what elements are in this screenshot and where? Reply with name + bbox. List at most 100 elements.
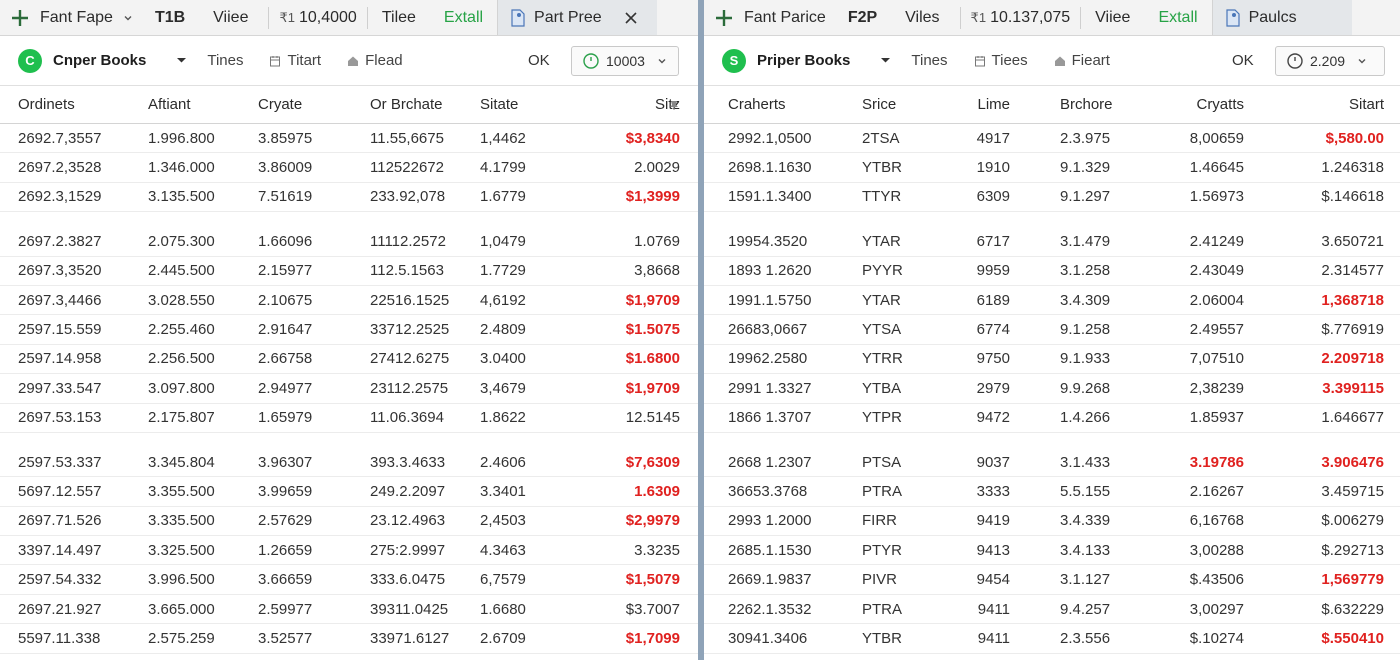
- column-header[interactable]: Lime: [960, 96, 1010, 113]
- view-button[interactable]: Viiee: [213, 0, 248, 35]
- table-row[interactable]: 2697.3,3520 2.445.500 2.15977 112.5.1563 1.7…: [0, 257, 698, 286]
- table-row[interactable]: 2669.1.9837 PIVR 9454 3.1.127 $.43506 1,56977…: [704, 565, 1400, 595]
- table-row[interactable]: 2697.2,3528 1.346.000 3.86009 11252267​2 4.1…: [0, 153, 698, 183]
- table-cell: YTBR: [862, 159, 903, 177]
- table-row[interactable]: 2997.33.547 3.097.800 2.94977 23112.2575 3,4…: [0, 374, 698, 404]
- column-header[interactable]: Sitart: [1264, 96, 1384, 113]
- tile-button[interactable]: Tilee: [382, 0, 416, 35]
- table-row[interactable]: 1866 1.3707 YTPR 9472 1.4.266 1.85937 1.64667…: [704, 404, 1400, 433]
- column-header[interactable]: Cryatts: [1144, 96, 1244, 113]
- table-row[interactable]: 5697.12.557 3.355.500 3.99659 249.2.2097 3.3…: [0, 477, 698, 507]
- table-cell: 3.135.500: [148, 188, 215, 206]
- table-cell: 2997.33.547: [18, 379, 102, 397]
- table-cell: 9411: [977, 629, 1010, 647]
- value-stepper[interactable]: 2.209: [1275, 45, 1385, 76]
- tab-font[interactable]: Fant Fape: [40, 0, 133, 35]
- table-row[interactable]: 30941.3406 YTBR 9411 2.3.556 $.10274 $.550410: [704, 624, 1400, 654]
- table-row[interactable]: 26683,0667 YTSA 6774 9.1.258 2.49557 $.776919: [704, 315, 1400, 345]
- value-stepper[interactable]: 10003: [571, 45, 679, 76]
- tab-active-label: Part Pree: [534, 8, 602, 26]
- column-header[interactable]: Sitz: [560, 96, 680, 113]
- table-header: Craherts Srice Lime Brchore Cryatts Sitart: [704, 86, 1400, 124]
- column-header[interactable]: Srice: [862, 96, 932, 113]
- link-times[interactable]: Tines: [207, 52, 243, 69]
- tab-code[interactable]: F2P: [848, 0, 877, 35]
- column-header[interactable]: Craherts: [728, 96, 848, 113]
- table-row[interactable]: 2697.21.927 3.665.000 2.59977 39311.0425 1.6…: [0, 595, 698, 625]
- table-cell: 1.6309: [634, 482, 680, 500]
- brand-name[interactable]: Cnper Books: [53, 52, 146, 69]
- tab-active[interactable]: Part Pree: [497, 0, 658, 35]
- column-header[interactable]: Cryate: [258, 96, 348, 113]
- tab-code[interactable]: T1B: [155, 0, 185, 35]
- toolbar-divider: [1080, 6, 1082, 29]
- table-row[interactable]: 2697.53.153 2.175.807 1.65979 11.06.3694 1.8…: [0, 404, 698, 433]
- link-flead[interactable]: Flead: [347, 52, 403, 69]
- link-fieart[interactable]: Fieart: [1054, 52, 1110, 69]
- link-titart[interactable]: Titart: [269, 52, 321, 69]
- table-row[interactable]: 2597.54.332 3.996.500 3.66659 333.6.0475 6,7…: [0, 565, 698, 595]
- table-row[interactable]: 2698.1.1630 YTBR 1910 9.1.329 1.46645 1.24631…: [704, 153, 1400, 183]
- table-cell: 27412.6275: [370, 350, 450, 368]
- chevron-down-icon[interactable]: [176, 55, 187, 66]
- column-header[interactable]: Aftiant: [148, 96, 248, 113]
- column-header[interactable]: Ordinets: [18, 96, 138, 113]
- table-cell: 249.2.2097: [370, 482, 446, 500]
- table-row[interactable]: 2597.15.559 2.255.460 2.91647 33712.2525 2.4…: [0, 315, 698, 345]
- table-cell: $1,9709: [625, 291, 680, 309]
- table-row[interactable]: 2597.14.958 2.256.500 2.66758 27412.6275 3.0…: [0, 345, 698, 375]
- table-cell: 2669.1.9837: [728, 571, 812, 589]
- add-button[interactable]: [0, 0, 40, 35]
- table-row[interactable]: 1893 1.2620 PYYR 9959 3.1.258 2.43049 2.31457…: [704, 257, 1400, 286]
- pin-icon[interactable]: [668, 99, 680, 111]
- column-header[interactable]: Brchore: [1060, 96, 1140, 113]
- table-cell: 3.097.800: [148, 379, 215, 397]
- table-cell: 2.49557: [1189, 321, 1244, 339]
- toolbar: Fant Parice F2P Viles ₹1 10.137,075 Viie…: [704, 0, 1400, 36]
- table-row[interactable]: 2697.3,4466 3.028.550 2.10675 22516.1525 4,6…: [0, 286, 698, 316]
- table-row[interactable]: 2262.1.3532 PTRA 9411 9.4.257 3,00297 $.63222…: [704, 595, 1400, 625]
- table-row[interactable]: 1991.1.5750 YTAR 6189 3.4.309 2.06004 1,36871…: [704, 286, 1400, 316]
- link-tiees[interactable]: Tiees: [974, 52, 1028, 69]
- table-cell: 2979: [976, 379, 1010, 397]
- table-row[interactable]: 2697.2.3827 2.075.300 1.66096 11112.2572 1,0…: [0, 227, 698, 257]
- close-icon[interactable]: [624, 11, 638, 25]
- extall-button[interactable]: Extall: [1158, 0, 1197, 35]
- document-icon: [1225, 8, 1240, 27]
- table-row[interactable]: 5597.11.338 2.575.259 3.52577 33971.6127 2.6…: [0, 624, 698, 654]
- table-row[interactable]: 2692.7,3557 1.996.800 3.85975 11.55,6675 1,4…: [0, 124, 698, 154]
- tab-active[interactable]: Paulcs: [1211, 0, 1352, 35]
- table-cell: 3.906476: [1321, 453, 1384, 471]
- table-row[interactable]: 2685.1.1530 PTYR 9413 3.4.133 3,00288 $.29271…: [704, 536, 1400, 566]
- table-row[interactable]: 2991 1.3327 YTBA 2979 9.9.268 2,38239 3.39911…: [704, 374, 1400, 404]
- table-cell: 2.175.807: [148, 409, 215, 427]
- table-row[interactable]: 1591.1.3400 TTYR 6309 9.1.297 1.56973 $.14661…: [704, 183, 1400, 213]
- chevron-down-icon[interactable]: [880, 55, 891, 66]
- table-cell: 1.66096: [258, 232, 313, 250]
- ok-button[interactable]: OK: [1232, 52, 1254, 69]
- table-cell: YTRR: [862, 350, 903, 368]
- table-row[interactable]: 2668 1.2307 PTSA 9037 3.1.433 3.19786 3.90647…: [704, 448, 1400, 478]
- column-header[interactable]: Or Brchate: [370, 96, 490, 113]
- column-header[interactable]: Sitate: [480, 96, 560, 113]
- table-cell: 6774: [976, 321, 1010, 339]
- table-row[interactable]: 2692.3,1529 3.135.500 7.51619 233.92,078 1.6…: [0, 183, 698, 213]
- tab-font[interactable]: Fant Parice: [744, 0, 826, 35]
- table-row[interactable]: 2992.1,0500 2TSA 4917 2.3.975 8,00659 $,580.0…: [704, 124, 1400, 154]
- add-button[interactable]: [704, 0, 744, 35]
- link-times[interactable]: Tines: [911, 52, 947, 69]
- table-row[interactable]: 2993 1.2000 FIRR 9419 3.4.339 6,16768 $.00627…: [704, 507, 1400, 537]
- table-row[interactable]: 2597.53.337 3.345.804 3.96307 393.3.4633 2.4…: [0, 448, 698, 478]
- brand-name[interactable]: Priper Books: [757, 52, 850, 69]
- view-button[interactable]: Viles: [905, 0, 939, 35]
- extall-button[interactable]: Extall: [444, 0, 483, 35]
- table-row[interactable]: 19962.2580 YTRR 9750 9.1.933 7,07510 2.209718: [704, 345, 1400, 375]
- table-cell: 1.85937: [1189, 409, 1244, 427]
- table-row[interactable]: 2697.71.526 3.335.500 2.57629 23.12.4963 2,4…: [0, 507, 698, 537]
- table-cell: $1,7099: [625, 629, 680, 647]
- table-row[interactable]: 3397.14.497 3.325.500 1.26659 275:2.9997 4.3…: [0, 536, 698, 566]
- table-row[interactable]: 19954.3520 YTAR 6717 3.1.479 2.41249 3.650721: [704, 227, 1400, 257]
- ok-button[interactable]: OK: [528, 52, 550, 69]
- table-row[interactable]: 36653.3768 PTRA 3333 5.5.155 2.16267 3.459715: [704, 477, 1400, 507]
- tile-button[interactable]: Viiee: [1095, 0, 1130, 35]
